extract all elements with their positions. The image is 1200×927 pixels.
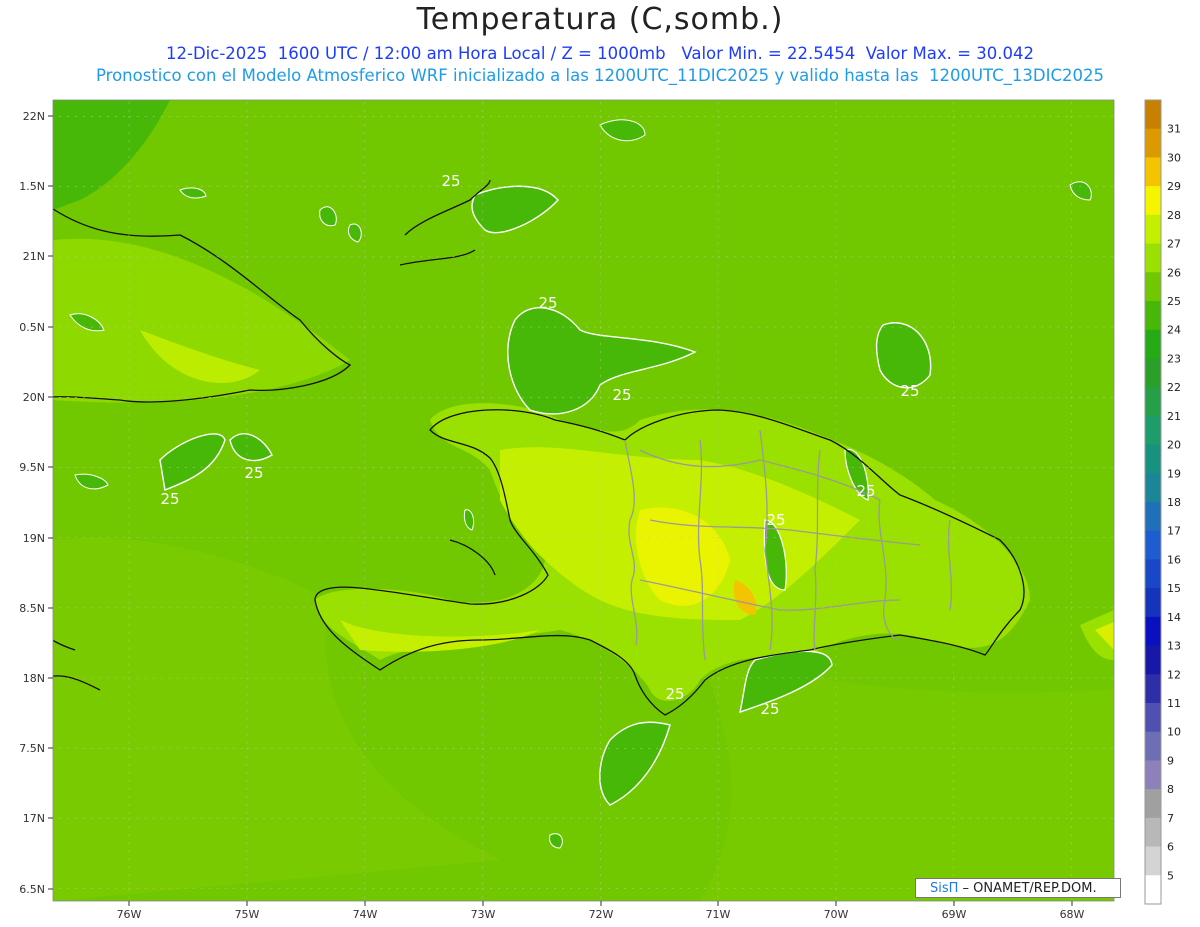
lat-label: 1.5N [19,180,45,193]
colorbar-swatch [1145,301,1161,331]
colorbar-swatch [1145,846,1161,876]
colorbar-label: 18 [1167,496,1181,509]
lon-label: 73W [471,908,496,921]
lat-label: 18N [23,672,45,685]
colorbar-swatch [1145,875,1161,905]
colorbar-label: 23 [1167,352,1181,365]
colorbar-label: 28 [1167,209,1181,222]
colorbar-swatch [1145,530,1161,560]
colorbar-swatch [1145,100,1161,130]
contour-label: 25 [900,382,919,400]
contour-label: 25 [665,685,684,703]
lat-label: 17N [23,812,45,825]
lon-label: 75W [235,908,260,921]
colorbar-swatch [1145,817,1161,848]
colorbar-label: 14 [1167,611,1181,624]
colorbar-label: 8 [1167,783,1174,796]
lat-label: 22N [23,110,45,123]
colorbar-swatch [1145,415,1161,446]
colorbar-label: 30 [1167,151,1181,164]
credit-text: – ONAMET/REP.DOM. [958,881,1097,896]
contour-label: 25 [856,482,875,500]
colorbar-label: 27 [1167,238,1181,251]
colorbar-swatch [1145,731,1161,761]
temperature-map: 22N 1.5N 21N 0.5N 20N 9.5N 19N 8.5N 18N … [19,99,1181,921]
colorbar-swatch [1145,186,1161,216]
colorbar-swatch [1145,128,1161,158]
colorbar-swatch [1145,387,1161,417]
contour-label: 25 [441,172,460,190]
colorbar-label: 31 [1167,123,1181,136]
colorbar-swatch [1145,588,1161,618]
colorbar-label: 25 [1167,295,1181,308]
lat-label: 8.5N [19,602,45,615]
longitude-labels: 76W 75W 74W 73W 72W 71W 70W 69W 68W [117,908,1085,921]
colorbar-label: 16 [1167,553,1181,566]
colorbar-swatch [1145,358,1161,388]
lon-label: 68W [1060,908,1085,921]
colorbar-label: 11 [1167,697,1181,710]
lat-label: 19N [23,532,45,545]
colorbar-swatch [1145,473,1161,503]
lon-label: 76W [117,908,142,921]
colorbar-label: 6 [1167,841,1174,854]
colorbar-label: 13 [1167,640,1181,653]
colorbar-swatch [1145,157,1161,187]
latitude-labels: 22N 1.5N 21N 0.5N 20N 9.5N 19N 8.5N 18N … [19,110,45,896]
colorbar-swatch [1145,444,1161,474]
colorbar-swatch [1145,760,1161,790]
lat-label: 20N [23,391,45,404]
colorbar-label: 12 [1167,668,1181,681]
colorbar-label: 9 [1167,754,1174,767]
contour-label: 25 [612,386,631,404]
lon-label: 69W [942,908,967,921]
colorbar: 31 30 29 28 27 26 25 24 23 22 21 20 19 18 17 16 15 14 13 12… [1144,99,1181,905]
colorbar-swatch [1145,272,1161,302]
colorbar-label: 20 [1167,439,1181,452]
lat-label: 0.5N [19,321,45,334]
colorbar-label: 15 [1167,582,1181,595]
colorbar-swatch [1145,789,1161,819]
lat-lon-grid [53,100,1114,901]
contour-label: 25 [538,294,557,312]
colorbar-label: 7 [1167,812,1174,825]
colorbar-label: 22 [1167,381,1181,394]
contour-label: 25 [244,464,263,482]
lon-label: 70W [824,908,849,921]
contour-label: 25 [760,700,779,718]
colorbar-label: 17 [1167,525,1181,538]
lon-label: 71W [706,908,731,921]
colorbar-swatch [1145,502,1161,532]
lat-label: 6.5N [19,883,45,896]
colorbar-swatch [1145,703,1161,733]
credit-brand: SisΠ [930,881,959,896]
lat-label: 21N [23,250,45,263]
colorbar-label: 26 [1167,266,1181,279]
colorbar-label: 10 [1167,726,1181,739]
lat-label: 7.5N [19,742,45,755]
colorbar-label: 29 [1167,180,1181,193]
colorbar-label: 5 [1167,869,1174,882]
colorbar-label: 19 [1167,467,1181,480]
credit-box: SisΠ – ONAMET/REP.DOM. [915,878,1121,898]
colorbar-swatch [1145,674,1161,704]
lon-label: 74W [353,908,378,921]
lon-label: 72W [589,908,614,921]
colorbar-label: 21 [1167,410,1181,423]
contour-label: 25 [766,511,785,529]
colorbar-swatch [1145,243,1161,273]
colorbar-swatch [1145,214,1161,245]
colorbar-swatch [1145,645,1161,675]
colorbar-swatch [1145,616,1161,647]
colorbar-swatch [1145,329,1161,359]
colorbar-swatch [1145,559,1161,589]
lat-label: 9.5N [19,461,45,474]
colorbar-label: 24 [1167,324,1181,337]
contour-label: 25 [160,490,179,508]
